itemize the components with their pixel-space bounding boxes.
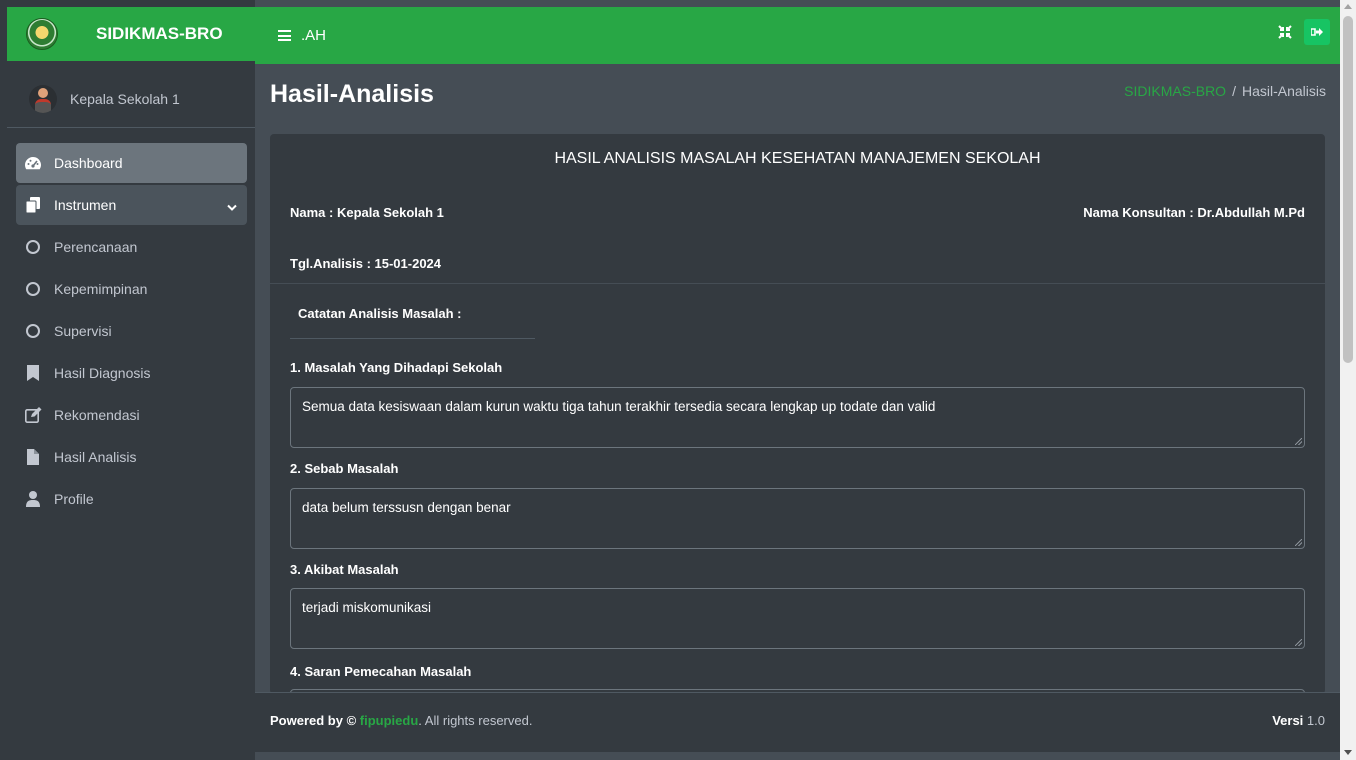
scroll-thumb[interactable]	[1343, 16, 1353, 363]
analysis-date: Tgl.Analisis : 15-01-2024	[290, 256, 442, 271]
problem-textarea[interactable]: Semua data kesiswaan dalam kurun waktu t…	[290, 387, 1305, 448]
sidebar-item-label: Rekomendasi	[54, 407, 140, 423]
question-label: 3. Akibat Masalah	[290, 562, 399, 577]
sidebar-item-rekomendasi[interactable]: Rekomendasi	[16, 395, 247, 435]
sidebar-nav: Dashboard Instrumen Perencanaan Kepemimp…	[16, 143, 247, 521]
sidebar-item-hasil-analisis[interactable]: Hasil Analisis	[16, 437, 247, 477]
cause-textarea[interactable]: data belum terssusn dengan benar	[290, 488, 1305, 549]
sidebar-item-label: Instrumen	[54, 197, 117, 213]
brand-logo	[26, 18, 58, 50]
sidebar-item-perencanaan[interactable]: Perencanaan	[16, 227, 247, 267]
analysis-card: HASIL ANALISIS MASALAH KESEHATAN MANAJEM…	[270, 134, 1325, 694]
compress-icon[interactable]	[1278, 25, 1292, 39]
sidebar-item-profile[interactable]: Profile	[16, 479, 247, 519]
file-icon	[22, 449, 44, 465]
footer-copyright: Powered by © fipupiedu. All rights reser…	[270, 713, 532, 728]
sidebar-item-hasil-diagnosis[interactable]: Hasil Diagnosis	[16, 353, 247, 393]
school-head-name: Nama : Kepala Sekolah 1	[290, 205, 444, 220]
sign-out-icon	[1311, 28, 1323, 36]
breadcrumb-separator: /	[1232, 83, 1236, 99]
sidebar: SIDIKMAS-BRO Kepala Sekolah 1 Dashboard …	[0, 0, 255, 760]
bookmark-icon	[22, 365, 44, 381]
sidebar-item-label: Dashboard	[54, 155, 123, 171]
user-icon	[22, 491, 44, 507]
edit-icon	[22, 407, 44, 423]
sidebar-item-dashboard[interactable]: Dashboard	[16, 143, 247, 183]
hamburger-menu-icon[interactable]	[278, 30, 291, 41]
brand-name: SIDIKMAS-BRO	[96, 24, 223, 43]
user-name: Kepala Sekolah 1	[70, 90, 180, 107]
question-label: 1. Masalah Yang Dihadapi Sekolah	[290, 360, 503, 375]
sidebar-item-label: Supervisi	[54, 323, 112, 339]
version-number: 1.0	[1306, 713, 1325, 728]
page-title: Hasil-Analisis	[270, 80, 434, 108]
brand-link[interactable]: SIDIKMAS-BRO	[7, 7, 255, 61]
header-actions	[1278, 19, 1330, 45]
content-header: Hasil-Analisis SIDIKMAS-BRO / Hasil-Analis…	[255, 64, 1340, 130]
question-label: 2. Sebab Masalah	[290, 461, 399, 476]
tachometer-icon	[22, 155, 44, 171]
card-title: HASIL ANALISIS MASALAH KESEHATAN MANAJEM…	[554, 150, 1041, 167]
question-label: 4. Saran Pemecahan Masalah	[290, 664, 472, 679]
sidebar-item-label: Hasil Diagnosis	[54, 365, 151, 381]
sidebar-item-label: Kepemimpinan	[54, 281, 148, 297]
logout-button[interactable]	[1304, 19, 1330, 45]
breadcrumb-current: Hasil-Analisis	[1241, 83, 1326, 99]
effect-textarea[interactable]: terjadi miskomunikasi	[290, 588, 1305, 649]
divider	[290, 338, 535, 339]
scroll-down-arrow-icon[interactable]	[1344, 750, 1352, 755]
header-title: .AH	[301, 27, 327, 44]
sidebar-item-label: Perencanaan	[54, 239, 138, 255]
footer-rights: . All rights reserved.	[418, 713, 533, 728]
page-scrollbar[interactable]	[1340, 0, 1356, 760]
copy-icon	[22, 197, 44, 213]
footer-powered: Powered by ©	[270, 713, 357, 728]
chevron-down-icon	[227, 199, 237, 215]
circle-icon	[22, 324, 44, 338]
sidebar-item-kepemimpinan[interactable]: Kepemimpinan	[16, 269, 247, 309]
sidebar-item-supervisi[interactable]: Supervisi	[16, 311, 247, 351]
consultant-name: Nama Konsultan : Dr.Abdullah M.Pd	[1083, 205, 1305, 220]
version-label: Versi	[1272, 713, 1304, 728]
footer: Powered by © fipupiedu. All rights reser…	[255, 692, 1340, 752]
footer-version: Versi 1.0	[1272, 713, 1325, 728]
sidebar-item-label: Hasil Analisis	[54, 449, 137, 465]
footer-link[interactable]: fipupiedu	[360, 713, 419, 728]
sidebar-item-instrumen[interactable]: Instrumen	[16, 185, 247, 225]
top-navbar: .AH	[255, 7, 1340, 64]
breadcrumb: SIDIKMAS-BRO / Hasil-Analisis	[1124, 83, 1326, 99]
scroll-up-arrow-icon[interactable]	[1344, 4, 1352, 9]
breadcrumb-home-link[interactable]: SIDIKMAS-BRO	[1124, 83, 1226, 99]
notes-label: Catatan Analisis Masalah :	[298, 306, 462, 321]
divider	[270, 283, 1325, 284]
user-panel[interactable]: Kepala Sekolah 1	[7, 70, 255, 128]
avatar	[29, 84, 57, 113]
circle-icon	[22, 282, 44, 296]
circle-icon	[22, 240, 44, 254]
sidebar-item-label: Profile	[54, 491, 94, 507]
